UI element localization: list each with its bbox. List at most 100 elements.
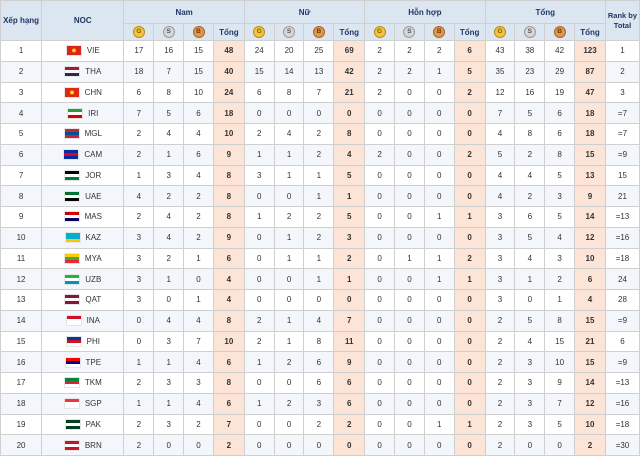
- total-cell: 4: [333, 143, 366, 166]
- medal-count-cell: 0: [243, 247, 275, 270]
- medal-count-cell: 1: [243, 206, 275, 228]
- medal-count-cell: 1: [153, 351, 185, 373]
- total-subheader[interactable]: Tổng: [574, 23, 606, 41]
- total-cell: 2: [333, 413, 366, 436]
- medal-header-cell[interactable]: S: [394, 23, 425, 41]
- flag-icon: [63, 149, 80, 161]
- medal-header-cell[interactable]: S: [273, 23, 305, 41]
- total-cell: 4: [212, 268, 245, 290]
- medal-count-cell: 1: [153, 392, 185, 415]
- total-subheader[interactable]: Tổng: [212, 23, 245, 41]
- medal-count-cell: 6: [303, 372, 335, 394]
- medal-header-cell[interactable]: B: [423, 23, 455, 41]
- noc-header[interactable]: NOC: [41, 0, 125, 41]
- noc-code: MYA: [84, 253, 102, 263]
- medal-header-cell[interactable]: G: [484, 23, 516, 41]
- rank-by-total-cell: =9: [604, 309, 640, 332]
- medal-count-cell: 0: [394, 268, 425, 290]
- medal-header-cell[interactable]: B: [544, 23, 576, 41]
- noc-code: VIE: [86, 46, 100, 56]
- noc-cell: INA: [41, 309, 125, 332]
- medal-count-cell: 2: [123, 372, 155, 394]
- men-group-header: Nam: [123, 0, 245, 24]
- total-cell: 0: [333, 289, 366, 311]
- medal-count-cell: 15: [544, 330, 576, 353]
- medal-count-cell: 0: [423, 185, 455, 207]
- total-cell: 10: [574, 413, 606, 436]
- medal-header-cell[interactable]: B: [303, 23, 335, 41]
- noc-cell: MGL: [41, 123, 125, 145]
- medal-header-cell[interactable]: B: [183, 23, 214, 41]
- medal-count-cell: 0: [364, 102, 395, 124]
- header-row: Xếp hạng NOC Nam Nữ Hỗn hợp Tổng Rank by…: [0, 0, 640, 41]
- medal-count-cell: 0: [153, 434, 185, 456]
- medal-count-cell: 0: [303, 102, 335, 124]
- total-cell: 0: [453, 330, 486, 353]
- medal-count-cell: 0: [364, 123, 395, 145]
- total-cell: 2: [453, 247, 486, 270]
- gold-medal-icon: G: [253, 26, 266, 38]
- medal-count-cell: 8: [153, 81, 185, 104]
- medal-count-cell: 0: [123, 309, 155, 332]
- total-cell: 0: [333, 102, 366, 124]
- medal-count-cell: 29: [544, 60, 576, 83]
- medal-count-cell: 0: [364, 247, 395, 270]
- table-row: 3 CHN 6 8 10 24 6 8 7 21 2 0 0 2 12 16 19 47 3: [0, 81, 640, 104]
- flag-icon: [65, 335, 82, 347]
- total-cell: 0: [453, 351, 486, 373]
- medal-count-cell: 17: [123, 40, 155, 62]
- noc-cell: CAM: [41, 143, 125, 166]
- medal-count-cell: 5: [544, 164, 576, 187]
- medal-header-cell[interactable]: S: [153, 23, 185, 41]
- medal-count-cell: 0: [243, 289, 275, 311]
- rank-cell: 2: [0, 60, 43, 83]
- total-subheader[interactable]: Tổng: [333, 23, 366, 41]
- rank-by-total-header[interactable]: Rank by Total: [604, 0, 640, 41]
- total-cell: 24: [212, 81, 245, 104]
- total-cell: 48: [212, 40, 245, 62]
- medal-count-cell: 4: [544, 226, 576, 249]
- gold-medal-icon: G: [493, 26, 506, 38]
- medal-header-cell[interactable]: G: [243, 23, 275, 41]
- medal-header-cell[interactable]: S: [514, 23, 546, 41]
- rank-by-total-cell: =18: [604, 413, 640, 436]
- total-cell: 69: [333, 40, 366, 62]
- medal-count-cell: 3: [514, 372, 546, 394]
- medal-count-cell: 4: [123, 185, 155, 207]
- medal-count-cell: 0: [273, 372, 305, 394]
- medal-count-cell: 4: [514, 247, 546, 270]
- silver-medal-icon: S: [162, 26, 175, 38]
- total-cell: 7: [212, 413, 245, 436]
- medal-count-cell: 0: [243, 268, 275, 290]
- medal-count-cell: 2: [514, 185, 546, 207]
- total-cell: 10: [212, 330, 245, 353]
- medal-count-cell: 3: [123, 268, 155, 290]
- medal-count-cell: 2: [303, 226, 335, 249]
- rank-header[interactable]: Xếp hạng: [0, 0, 43, 41]
- medal-count-cell: 0: [273, 185, 305, 207]
- flag-icon: [63, 211, 80, 223]
- medal-count-cell: 3: [123, 226, 155, 249]
- medal-count-cell: 6: [183, 143, 214, 166]
- rank-by-total-cell: 6: [604, 330, 640, 353]
- medal-count-cell: 4: [183, 351, 214, 373]
- medal-count-cell: 3: [514, 413, 546, 436]
- flag-icon: [64, 190, 81, 202]
- total-cell: 3: [333, 226, 366, 249]
- medal-count-cell: 0: [423, 372, 455, 394]
- bronze-medal-icon: B: [553, 26, 566, 38]
- medal-count-cell: 5: [514, 226, 546, 249]
- medal-count-cell: 2: [484, 392, 516, 415]
- medal-count-cell: 15: [183, 40, 214, 62]
- total-subheader[interactable]: Tổng: [453, 23, 486, 41]
- noc-cell: UAE: [41, 185, 125, 207]
- total-cell: 123: [574, 40, 606, 62]
- bronze-medal-icon: B: [433, 26, 446, 38]
- medal-count-cell: 4: [514, 164, 546, 187]
- medal-count-cell: 5: [544, 413, 576, 436]
- medal-count-cell: 3: [153, 330, 185, 353]
- medal-header-cell[interactable]: G: [123, 23, 155, 41]
- medal-count-cell: 2: [123, 206, 155, 228]
- total-cell: 5: [333, 206, 366, 228]
- medal-header-cell[interactable]: G: [364, 23, 395, 41]
